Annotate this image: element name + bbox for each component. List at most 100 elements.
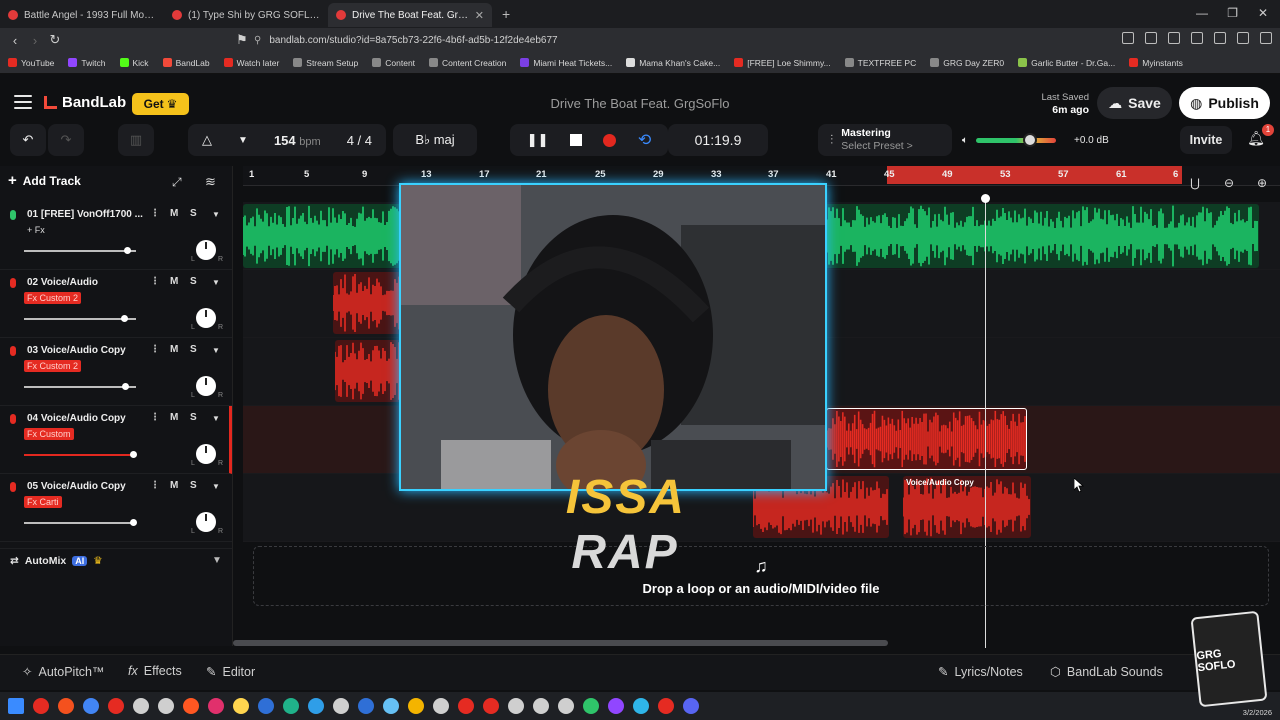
bookmark-item[interactable]: Content Creation (429, 58, 506, 68)
bookmark-item[interactable]: Mama Khan's Cake... (626, 58, 720, 68)
loop-icon[interactable]: ⟲ (638, 130, 651, 150)
restore-icon[interactable]: ❐ (1227, 6, 1238, 20)
track-name[interactable]: 02 Voice/Audio (27, 277, 145, 288)
more-options-icon[interactable]: ⋮ (150, 276, 160, 287)
taskbar-app-icon[interactable] (683, 698, 699, 714)
track-name[interactable]: 03 Voice/Audio Copy (27, 345, 145, 356)
close-window-icon[interactable]: ✕ (1258, 6, 1268, 20)
pan-knob[interactable] (196, 376, 216, 396)
browser-tab[interactable]: Battle Angel - 1993 Full Movie (Gunn (0, 3, 164, 27)
solo-button[interactable]: S (190, 208, 197, 219)
audio-clip[interactable] (333, 272, 403, 334)
bookmark-item[interactable]: BandLab (162, 58, 210, 68)
drop-zone[interactable]: ♫ Drop a loop or an audio/MIDI/video fil… (253, 546, 1269, 606)
solo-button[interactable]: S (190, 276, 197, 287)
track-header[interactable]: 05 Voice/Audio Copy Fx Carti ⋮ M S ▼ L R (0, 474, 232, 542)
bookmark-item[interactable]: Miami Heat Tickets... (520, 58, 612, 68)
track-header[interactable]: 04 Voice/Audio Copy Fx Custom ⋮ M S ▼ L R (0, 406, 232, 474)
playhead-handle[interactable] (981, 194, 990, 203)
autopitch-button[interactable]: ✧ AutoPitch™ (22, 664, 105, 680)
taskbar-app-icon[interactable] (83, 698, 99, 714)
audio-clip-selected[interactable] (826, 408, 1027, 470)
undo-button[interactable]: ↶ (10, 124, 46, 156)
sidebar-icon[interactable] (1191, 32, 1203, 44)
bookmark-item[interactable]: Garlic Butter - Dr.Ga... (1018, 58, 1115, 68)
minimize-icon[interactable]: — (1196, 6, 1208, 20)
menu-icon[interactable] (1260, 32, 1272, 44)
fx-tag[interactable]: + Fx (24, 224, 48, 236)
bookmark-item[interactable]: YouTube (8, 58, 54, 68)
mic-icon[interactable] (10, 278, 16, 288)
mic-icon[interactable] (10, 482, 16, 492)
get-membership-button[interactable]: Get ♛ (132, 93, 189, 115)
chevron-down-icon[interactable]: ▼ (238, 135, 248, 146)
bookmark-item[interactable]: GRG Day ZER0 (930, 58, 1004, 68)
lyrics-notes-button[interactable]: ✎ Lyrics/Notes (938, 664, 1023, 680)
taskbar-app-icon[interactable] (233, 698, 249, 714)
taskbar-app-icon[interactable] (133, 698, 149, 714)
track-header[interactable]: 03 Voice/Audio Copy Fx Custom 2 ⋮ M S ▼ L R (0, 338, 232, 406)
track-volume-slider[interactable] (24, 383, 136, 390)
solo-button[interactable]: S (190, 344, 197, 355)
bookmark-item[interactable]: Stream Setup (293, 58, 358, 68)
metronome-icon[interactable]: △ (202, 132, 212, 148)
track-volume-slider[interactable] (24, 247, 136, 254)
taskbar-app-icon[interactable] (358, 698, 374, 714)
taskbar-app-icon[interactable] (583, 698, 599, 714)
taskbar-app-icon[interactable] (483, 698, 499, 714)
mute-button[interactable]: M (170, 344, 178, 355)
record-icon[interactable] (603, 133, 617, 147)
chevron-down-icon[interactable]: ▼ (212, 346, 220, 355)
track-volume-slider[interactable] (24, 519, 137, 526)
more-options-icon[interactable]: ⋮ (150, 344, 160, 355)
mic-icon[interactable] (10, 414, 16, 424)
taskbar-app-icon[interactable] (283, 698, 299, 714)
mastering-preset-button[interactable]: ⫶ Mastering Select Preset > (818, 124, 952, 156)
add-track-button[interactable]: + Add Track (8, 172, 81, 189)
effects-button[interactable]: fx Effects (128, 664, 182, 678)
master-volume-slider[interactable] (976, 132, 1056, 147)
pan-knob[interactable] (196, 512, 216, 532)
editor-button[interactable]: ✎ Editor (206, 664, 255, 680)
back-icon[interactable]: ‹ (5, 33, 25, 48)
zoom-out-icon[interactable]: ⊖ (1224, 176, 1234, 190)
track-name[interactable]: 04 Voice/Audio Copy (27, 413, 145, 424)
site-info-icon[interactable]: ⚲ (254, 35, 261, 46)
pan-knob[interactable] (196, 444, 216, 464)
taskbar-app-icon[interactable] (108, 698, 124, 714)
browser-tab-active[interactable]: Drive The Boat Feat. GrgSoFlo ✕ (328, 3, 492, 27)
taskbar-app-icon[interactable] (458, 698, 474, 714)
new-tab-button[interactable]: + (492, 6, 510, 22)
track-volume-handle[interactable] (130, 451, 137, 458)
bookmark-item[interactable]: Content (372, 58, 415, 68)
bookmark-item[interactable]: Watch later (223, 58, 279, 68)
bandlab-logo[interactable]: BandLab (44, 94, 126, 111)
track-volume-handle[interactable] (130, 519, 137, 526)
mixer-icon[interactable]: ≋ (205, 174, 216, 190)
key-selector[interactable]: B♭ maj (393, 124, 477, 156)
track-volume-handle[interactable] (122, 383, 129, 390)
redo-button[interactable]: ↷ (48, 124, 84, 156)
loop-region[interactable] (887, 166, 1182, 184)
extensions-icon[interactable] (1122, 32, 1134, 44)
taskbar-app-icon[interactable] (658, 698, 674, 714)
mute-button[interactable]: M (170, 208, 178, 219)
mute-button[interactable]: M (170, 412, 178, 423)
taskbar-app-icon[interactable] (158, 698, 174, 714)
taskbar-app-icon[interactable] (333, 698, 349, 714)
track-volume-slider[interactable] (24, 451, 137, 458)
zoom-in-icon[interactable]: ⊕ (1257, 176, 1267, 190)
bandlab-sounds-button[interactable]: ⬡ BandLab Sounds (1050, 664, 1163, 680)
taskbar-app-icon[interactable] (308, 698, 324, 714)
stop-icon[interactable] (569, 134, 582, 146)
screenshot-icon[interactable] (1145, 32, 1157, 44)
track-volume-handle[interactable] (121, 315, 128, 322)
taskbar-app-icon[interactable] (383, 698, 399, 714)
taskbar-app-icon[interactable] (33, 698, 49, 714)
fx-tag[interactable]: Fx Custom (24, 428, 74, 440)
taskbar-app-icon[interactable] (183, 698, 199, 714)
time-display[interactable]: 01:19.9 (668, 124, 768, 156)
taskbar-app-icon[interactable] (408, 698, 424, 714)
url-field[interactable]: ⚲ bandlab.com/studio?id=8a75cb73-22f6-4b… (254, 30, 974, 50)
taskbar-app-icon[interactable] (508, 698, 524, 714)
